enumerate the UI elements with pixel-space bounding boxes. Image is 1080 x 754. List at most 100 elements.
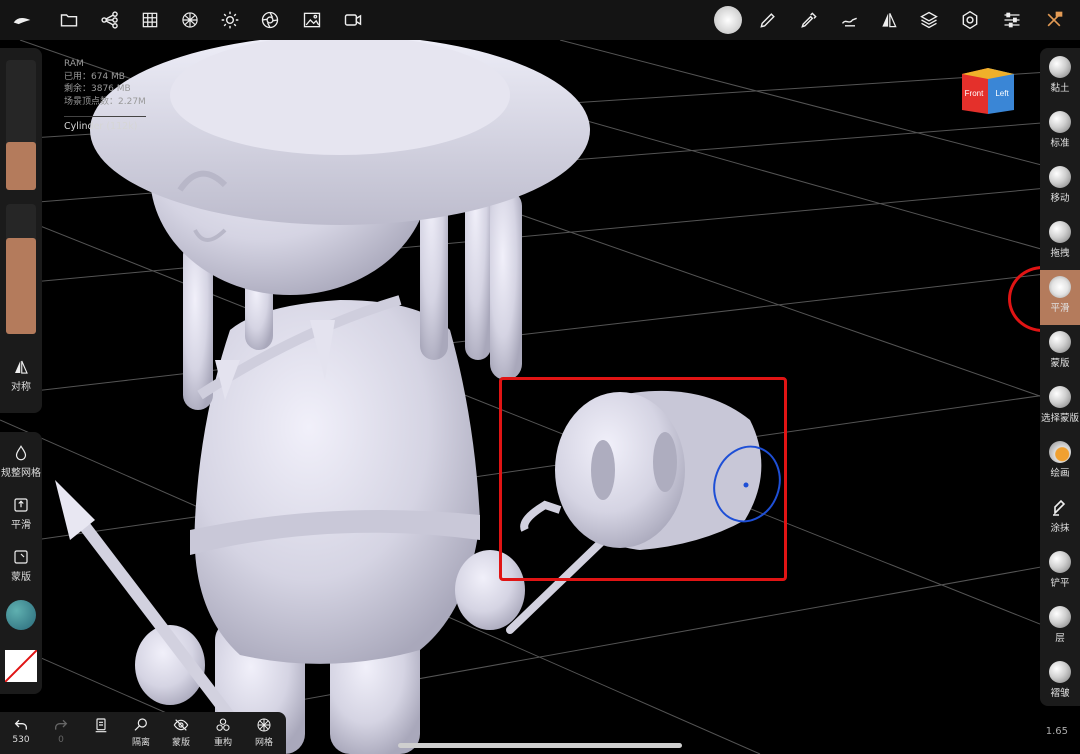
scene-tree-icon[interactable] bbox=[98, 8, 122, 32]
material-color-swatch[interactable] bbox=[6, 600, 36, 630]
smooth-brush-icon bbox=[1049, 276, 1071, 298]
undo-count: 530 bbox=[12, 735, 30, 745]
tool-crease[interactable]: 褶皱 bbox=[1040, 655, 1080, 710]
tool-layer[interactable]: 层 bbox=[1040, 600, 1080, 655]
smudge-icon bbox=[1049, 496, 1071, 518]
material-sphere-icon[interactable] bbox=[178, 8, 202, 32]
remesh-button[interactable]: 规整网格 bbox=[0, 444, 42, 479]
isolate-icon bbox=[134, 718, 147, 731]
mesh-button[interactable]: 网格 bbox=[245, 717, 283, 748]
home-indicator bbox=[398, 743, 682, 748]
pen-icon[interactable] bbox=[756, 8, 780, 32]
paint-brush-icon bbox=[1049, 441, 1071, 463]
sliders-icon[interactable] bbox=[1000, 8, 1024, 32]
cube-front-label: Front bbox=[965, 89, 984, 98]
view-cube-icon: Front Left bbox=[962, 68, 1014, 114]
scene-stats: RAM 已用：674 MB 剩余：3876 MB 场景顶点数：2.27M Cyl… bbox=[64, 58, 146, 134]
tool-label: 褶皱 bbox=[1050, 688, 1070, 699]
tool-label: 涂抹 bbox=[1050, 523, 1070, 534]
select-mask-icon bbox=[1049, 386, 1071, 408]
mask-toggle-button[interactable]: 蒙版 bbox=[162, 717, 200, 748]
highlight-box bbox=[499, 377, 787, 581]
tool-flatten[interactable]: 铲平 bbox=[1040, 545, 1080, 600]
tool-clay[interactable]: 黏土 bbox=[1040, 50, 1080, 105]
tool-label: 平滑 bbox=[1050, 303, 1070, 314]
brush-stroke-icon[interactable] bbox=[714, 6, 742, 34]
intensity-slider[interactable] bbox=[6, 204, 36, 334]
close-tools-icon[interactable] bbox=[1042, 8, 1066, 32]
logo-icon[interactable] bbox=[10, 8, 34, 32]
layer-brush-icon bbox=[1049, 606, 1071, 628]
tool-label: 标准 bbox=[1050, 138, 1070, 149]
mesh-label: 网格 bbox=[254, 738, 273, 748]
tool-label: 绘画 bbox=[1050, 468, 1070, 479]
smooth-tool-icon[interactable] bbox=[838, 8, 862, 32]
render-icon[interactable] bbox=[258, 8, 282, 32]
grid-icon[interactable] bbox=[138, 8, 162, 32]
background-image-icon[interactable] bbox=[300, 8, 324, 32]
isolate-button[interactable]: 隔离 bbox=[122, 717, 160, 748]
navigation-cube[interactable]: Front Left bbox=[960, 66, 1016, 118]
symmetry-icon[interactable] bbox=[877, 8, 901, 32]
eyedropper-icon[interactable] bbox=[797, 8, 821, 32]
remesh-circles-icon bbox=[216, 718, 230, 731]
smooth-label: 平滑 bbox=[11, 520, 31, 531]
object-list-button[interactable] bbox=[82, 717, 120, 735]
undo-button[interactable]: 530 bbox=[2, 717, 40, 745]
remesh-bottom-button[interactable]: 重构 bbox=[204, 717, 242, 748]
remesh-bottom-label: 重构 bbox=[213, 738, 232, 748]
ram-free: 剩余：3876 MB bbox=[64, 84, 131, 94]
symmetry-toggle[interactable]: 对称 bbox=[0, 358, 42, 393]
selected-object: Cylinder (112k) bbox=[64, 116, 146, 134]
isolate-label: 隔离 bbox=[131, 738, 150, 748]
smooth-button[interactable]: 平滑 bbox=[0, 496, 42, 531]
layers-icon[interactable] bbox=[917, 8, 941, 32]
clay-brush-icon bbox=[1049, 56, 1071, 78]
empty-color-icon bbox=[4, 649, 38, 683]
tool-paint[interactable]: 绘画 bbox=[1040, 435, 1080, 490]
move-brush-icon bbox=[1049, 166, 1071, 188]
cube-left-label: Left bbox=[995, 89, 1009, 98]
drag-brush-icon bbox=[1049, 221, 1071, 243]
light-icon[interactable] bbox=[218, 8, 242, 32]
tool-standard[interactable]: 标准 bbox=[1040, 105, 1080, 160]
flatten-brush-icon bbox=[1049, 551, 1071, 573]
tool-label: 选择蒙版 bbox=[1040, 413, 1079, 424]
left-tool-panel: 规整网格 平滑 蒙版 bbox=[0, 432, 42, 694]
tool-smooth[interactable]: 平滑 bbox=[1040, 270, 1080, 325]
tool-select-mask[interactable]: 选择蒙版 bbox=[1040, 380, 1080, 435]
settings-icon[interactable] bbox=[958, 8, 982, 32]
mask-brush-icon bbox=[1049, 331, 1071, 353]
drop-icon bbox=[15, 445, 27, 461]
undo-icon bbox=[14, 719, 27, 730]
tool-drag[interactable]: 拖拽 bbox=[1040, 215, 1080, 270]
ram-used: 已用：674 MB bbox=[64, 71, 125, 82]
intensity-slider-fill bbox=[6, 238, 36, 334]
bottom-toolbar: 530 0 隔离 蒙版 重构 网格 bbox=[0, 712, 286, 754]
right-tool-panel: 黏土 标准 移动 拖拽 平滑 蒙版 选择蒙版 绘画 涂抹 铲平 层 褶皱 bbox=[1040, 48, 1080, 706]
redo-count: 0 bbox=[58, 735, 64, 745]
tool-move[interactable]: 移动 bbox=[1040, 160, 1080, 215]
tool-label: 移动 bbox=[1050, 193, 1070, 204]
tool-label: 黏土 bbox=[1050, 83, 1070, 94]
redo-button[interactable]: 0 bbox=[42, 717, 80, 745]
mask-label: 蒙版 bbox=[11, 572, 31, 583]
vertex-count: 场景顶点数：2.27M bbox=[64, 96, 146, 107]
camera-icon[interactable] bbox=[341, 8, 365, 32]
no-color-swatch[interactable] bbox=[4, 649, 38, 683]
tool-label: 拖拽 bbox=[1050, 248, 1070, 259]
tool-label: 铲平 bbox=[1050, 578, 1070, 589]
radius-slider-fill bbox=[6, 142, 36, 190]
radius-slider[interactable] bbox=[6, 60, 36, 190]
redo-icon bbox=[55, 719, 68, 730]
remesh-label: 规整网格 bbox=[1, 468, 41, 479]
tool-mask[interactable]: 蒙版 bbox=[1040, 325, 1080, 380]
tool-label: 层 bbox=[1055, 633, 1065, 644]
top-toolbar bbox=[0, 0, 1080, 40]
ram-label: RAM bbox=[64, 59, 84, 69]
tool-smudge[interactable]: 涂抹 bbox=[1040, 490, 1080, 545]
mask-square-icon bbox=[14, 550, 28, 564]
mask-button[interactable]: 蒙版 bbox=[0, 548, 42, 583]
folder-icon[interactable] bbox=[57, 8, 81, 32]
hidden-eye-icon bbox=[173, 719, 189, 731]
